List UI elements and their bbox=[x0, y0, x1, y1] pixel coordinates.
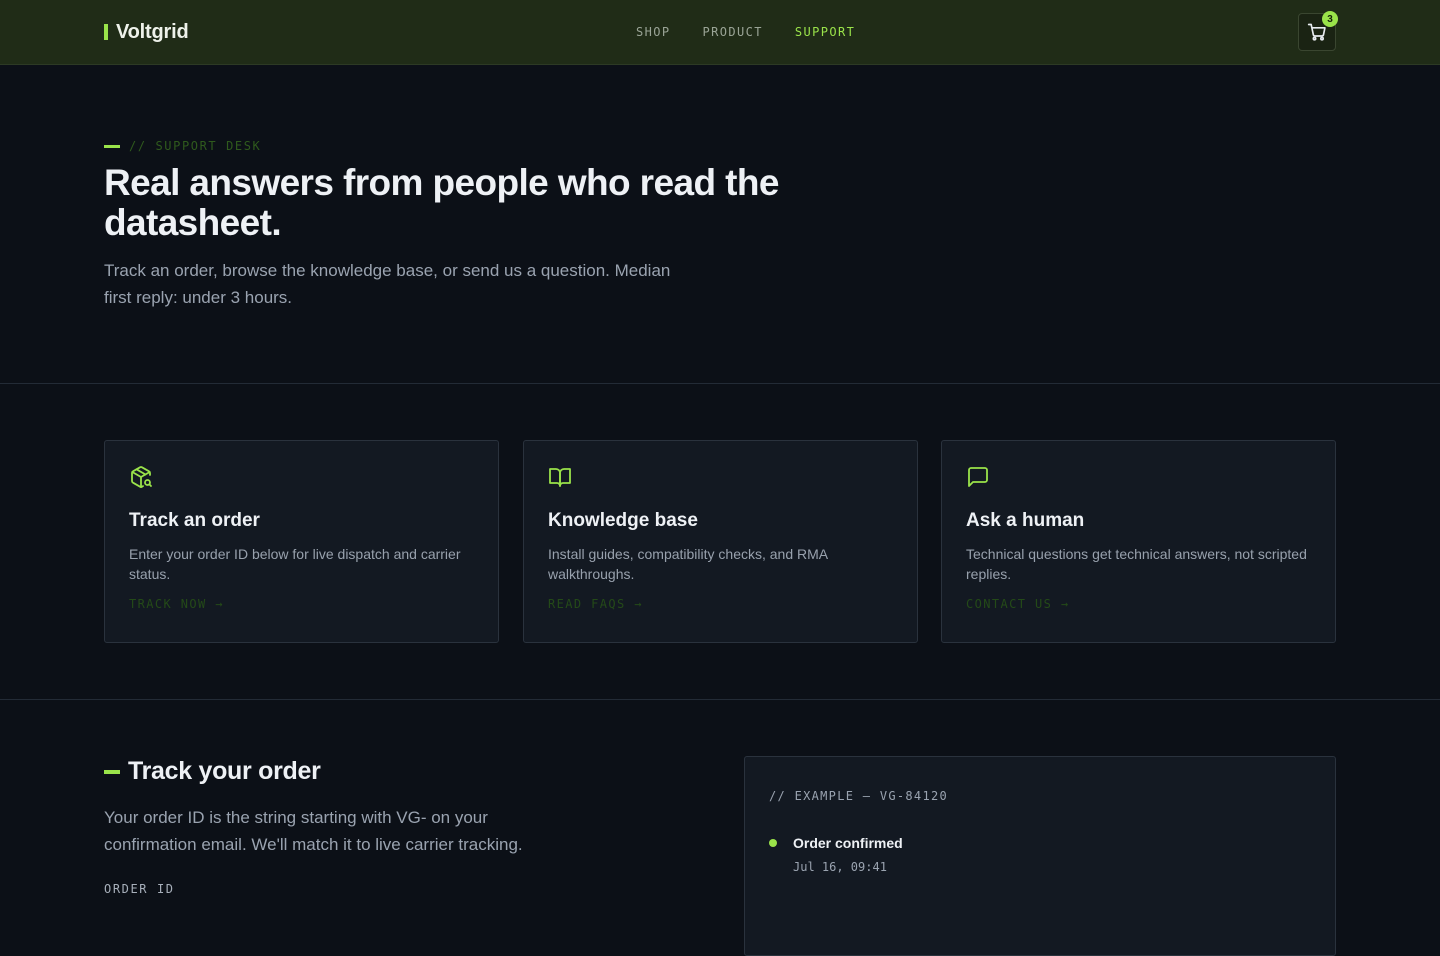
step-title: Order confirmed bbox=[793, 835, 903, 851]
logo-text: Voltgrid bbox=[116, 20, 189, 43]
contact-us-link[interactable]: CONTACT US → bbox=[966, 597, 1070, 611]
card-description: Install guides, compatibility checks, an… bbox=[548, 546, 828, 582]
track-order-section: Track your order Your order ID is the st… bbox=[0, 700, 1440, 956]
logo[interactable]: Voltgrid bbox=[104, 19, 189, 45]
track-now-link[interactable]: TRACK NOW → bbox=[129, 597, 224, 611]
cart-button[interactable]: 3 bbox=[1298, 11, 1338, 51]
step-status-dot bbox=[769, 839, 777, 847]
cart-count-badge: 3 bbox=[1322, 11, 1338, 27]
step-time: Jul 16, 09:41 bbox=[793, 860, 887, 874]
card-ask-human[interactable]: Ask a human Technical questions get tech… bbox=[941, 440, 1336, 643]
card-description: Technical questions get technical answer… bbox=[966, 546, 1307, 582]
card-track-order[interactable]: Track an order Enter your order ID below… bbox=[104, 440, 499, 643]
track-title: Track your order bbox=[128, 757, 321, 785]
nav-shop[interactable]: SHOP bbox=[636, 25, 671, 39]
card-knowledge-base[interactable]: Knowledge base Install guides, compatibi… bbox=[523, 440, 918, 643]
read-faqs-link[interactable]: READ FAQS → bbox=[548, 597, 643, 611]
card-title: Ask a human bbox=[966, 510, 1085, 531]
eyebrow-text: // SUPPORT DESK bbox=[129, 139, 262, 153]
card-title: Knowledge base bbox=[548, 510, 698, 531]
heading-dash bbox=[104, 769, 120, 774]
hero-eyebrow: // SUPPORT DESK bbox=[104, 139, 261, 153]
card-description: Enter your order ID below for live dispa… bbox=[129, 546, 461, 582]
nav-product[interactable]: PRODUCT bbox=[703, 25, 763, 39]
top-navigation-bar: Voltgrid SHOP PRODUCT SUPPORT 3 bbox=[0, 0, 1440, 65]
track-description: Your order ID is the string starting wit… bbox=[104, 808, 523, 854]
hero-subtitle: Track an order, browse the knowledge bas… bbox=[104, 261, 671, 307]
hero-section: // SUPPORT DESK Real answers from people… bbox=[0, 65, 1440, 384]
package-search-icon bbox=[131, 466, 152, 488]
page-title: Real answers from people who read the da… bbox=[104, 162, 779, 243]
support-options-section: Track an order Enter your order ID below… bbox=[0, 384, 1440, 700]
order-id-label: ORDER ID bbox=[104, 882, 175, 896]
track-section-heading: Track your order bbox=[104, 757, 321, 786]
example-tracking-panel: // EXAMPLE — VG-84120 Order confirmed Ju… bbox=[744, 756, 1336, 956]
example-heading: // EXAMPLE — VG-84120 bbox=[769, 789, 949, 803]
nav-support[interactable]: SUPPORT bbox=[795, 25, 855, 39]
book-open-icon bbox=[549, 468, 571, 487]
eyebrow-dash bbox=[104, 144, 120, 148]
card-title: Track an order bbox=[129, 510, 260, 531]
logo-mark bbox=[104, 24, 108, 40]
main-nav: SHOP PRODUCT SUPPORT bbox=[636, 25, 855, 39]
message-square-icon bbox=[968, 467, 988, 487]
